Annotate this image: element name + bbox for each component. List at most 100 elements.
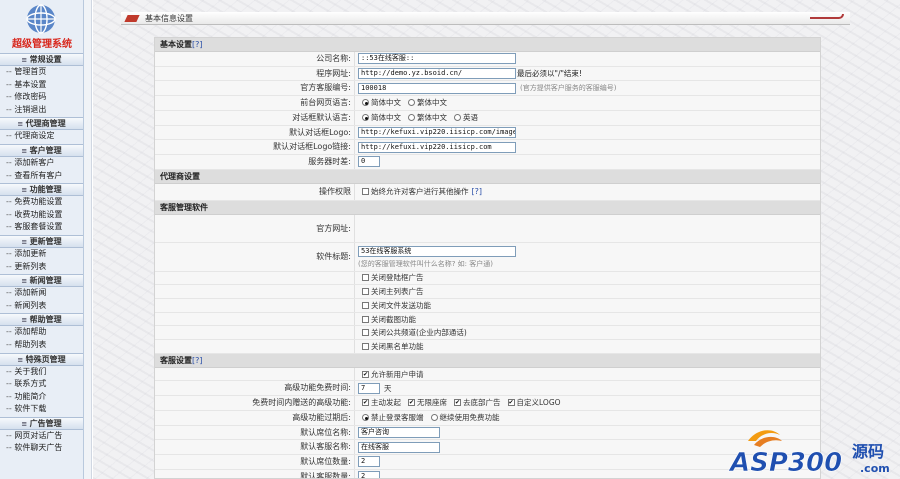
sidebar-item[interactable]: 关于我们 xyxy=(0,366,83,379)
program-url-input[interactable]: http://demo.yz.bsoid.cn/ xyxy=(358,68,516,80)
software-option-row: 关闭黑名单功能 xyxy=(155,340,820,354)
sidebar-section-header[interactable]: ≡ 客户管理 xyxy=(0,143,83,157)
sidebar-section-header[interactable]: ≡ 更新管理 xyxy=(0,234,83,248)
default-seat-name-input[interactable]: 客户咨询 xyxy=(358,426,440,438)
sidebar-section-header[interactable]: ≡ 广告管理 xyxy=(0,416,83,430)
row-default-seat-name: 默认席位名称: 客户咨询 xyxy=(155,425,820,441)
sidebar-item[interactable]: 免费功能设置 xyxy=(0,196,83,209)
sidebar-item[interactable]: 修改密码 xyxy=(0,91,83,104)
agent-help-link[interactable]: [?] xyxy=(472,187,483,196)
chat-lang-simplified-radio[interactable] xyxy=(362,114,369,122)
menu-icon: ≡ xyxy=(21,277,30,286)
sidebar-item[interactable]: 更新列表 xyxy=(0,261,83,274)
sidebar-item[interactable]: 管理首页 xyxy=(0,66,83,79)
agent-perm-checkbox[interactable] xyxy=(362,188,369,196)
sidebar-item[interactable]: 联系方式 xyxy=(0,378,83,391)
advanced-days-label: 高级功能免费时间: xyxy=(155,381,355,396)
row-free-features: 免费时间内赠送的高级功能: 主动发起 无限座席 去底部广告 自定义LOGO xyxy=(155,396,820,411)
advanced-days-input[interactable]: 7 xyxy=(358,382,380,394)
default-cs-name-input[interactable]: 在线客服 xyxy=(358,441,440,453)
default-seat-count-input[interactable]: 2 xyxy=(358,456,380,468)
sidebar-item[interactable]: 软件聊天广告 xyxy=(0,442,83,455)
timezone-input[interactable]: 0 xyxy=(358,156,380,168)
software-option-checkbox[interactable] xyxy=(362,342,369,350)
free-feature-checkbox[interactable] xyxy=(362,399,369,407)
row-cs-id: 官方客服编号: 100018 (官方提供客户服务的客服编号) xyxy=(155,81,820,97)
row-program-url: 程序网址: http://demo.yz.bsoid.cn/最后必须以"/"结束… xyxy=(155,66,820,82)
software-option-checkbox[interactable] xyxy=(362,274,369,282)
cs-id-hint: (官方提供客户服务的客服编号) xyxy=(520,84,617,93)
software-option-label: 关闭公共频道(企业内部通话) xyxy=(371,328,467,338)
sidebar-item[interactable]: 功能简介 xyxy=(0,391,83,404)
sidebar-item[interactable]: 代理商设定 xyxy=(0,130,83,143)
row-expire: 高级功能过期后: 禁止登录客服端 继续使用免费功能 xyxy=(155,410,820,426)
default-cs-count-input[interactable]: 2 xyxy=(358,471,380,478)
software-option-checkbox[interactable] xyxy=(362,301,369,309)
sidebar-section-header[interactable]: ≡ 帮助管理 xyxy=(0,313,83,327)
expire-continue-radio[interactable] xyxy=(430,414,438,422)
sidebar-item[interactable]: 添加帮助 xyxy=(0,326,83,339)
sidebar-item[interactable]: 帮助列表 xyxy=(0,339,83,352)
expire-disable-radio[interactable] xyxy=(362,414,369,422)
sidebar-item[interactable]: 收费功能设置 xyxy=(0,209,83,222)
help-link[interactable]: [?] xyxy=(192,40,203,49)
chat-logo-link-input[interactable]: http://kefuxi.vip220.iisicp.com xyxy=(358,141,516,153)
software-title-hint: (您的客服管理软件叫什么名称? 如: 客户通) xyxy=(358,259,493,268)
software-option-row: 关闭主列表广告 xyxy=(155,285,820,299)
sidebar-section-header[interactable]: ≡ 常规设置 xyxy=(0,53,83,66)
free-feature-checkbox[interactable] xyxy=(454,399,461,407)
front-lang-traditional-radio[interactable] xyxy=(408,99,415,107)
sidebar-section-header[interactable]: ≡ 新闻管理 xyxy=(0,274,83,288)
panel-title: 基本信息设置 xyxy=(145,14,193,23)
sidebar-section-header[interactable]: ≡ 代理商管理 xyxy=(0,117,83,131)
sidebar-item[interactable]: 注销退出 xyxy=(0,104,83,117)
advanced-days-unit: 天 xyxy=(384,383,392,393)
agent-perm-label: 操作权限 xyxy=(155,183,355,200)
software-options: 关闭登陆框广告 关闭主列表广告 关闭文件发送功能 关闭截图功能 关闭公共频道(企业内部通… xyxy=(155,271,820,354)
sidebar-item[interactable]: 添加新闻 xyxy=(0,287,83,300)
chat-lang-traditional-radio[interactable] xyxy=(408,114,415,122)
software-title-input[interactable]: 53在线客服系统 xyxy=(358,245,516,257)
free-features-group: 主动发起 无限座席 去底部广告 自定义LOGO xyxy=(355,396,820,410)
section-software: 客服管理软件 xyxy=(155,200,820,215)
program-url-hint: 最后必须以"/"结束! xyxy=(517,69,582,79)
free-feature-checkbox[interactable] xyxy=(408,399,415,407)
company-input[interactable]: ::53在线客服:: xyxy=(358,53,516,65)
software-option-row: 关闭文件发送功能 xyxy=(155,299,820,313)
section-software-title: 客服管理软件 xyxy=(160,202,208,212)
sidebar-item[interactable]: 查看所有客户 xyxy=(0,170,83,183)
sidebar-section-title: 更新管理 xyxy=(29,236,62,246)
header-corner-decoration xyxy=(810,14,844,19)
default-seat-name-label: 默认席位名称: xyxy=(155,425,355,440)
section-service-title: 客服设置 xyxy=(160,355,192,365)
sidebar-item[interactable]: 添加更新 xyxy=(0,248,83,261)
sidebar-item[interactable]: 网页对话广告 xyxy=(0,430,83,443)
row-default-cs-count: 默认客服数量: 2 xyxy=(155,469,820,478)
sidebar-item[interactable]: 新闻列表 xyxy=(0,300,83,313)
row-software-site: 官方网址: xyxy=(155,214,820,243)
sidebar-item[interactable]: 客服套餐设置 xyxy=(0,221,83,234)
free-features-label: 免费时间内赠送的高级功能: xyxy=(155,396,355,410)
software-option-label: 关闭截图功能 xyxy=(371,314,416,324)
software-option-checkbox[interactable] xyxy=(362,315,369,323)
cs-id-input[interactable]: 100018 xyxy=(358,82,516,94)
software-option-row: 关闭公共频道(企业内部通话) xyxy=(155,326,820,341)
chat-logo-label: 默认对话框Logo: xyxy=(155,125,355,140)
free-feature-checkbox[interactable] xyxy=(507,399,515,407)
allow-register-checkbox[interactable] xyxy=(362,370,369,378)
software-option-checkbox[interactable] xyxy=(362,288,369,296)
software-option-checkbox[interactable] xyxy=(362,329,369,337)
service-help-link[interactable]: [?] xyxy=(192,356,203,365)
front-lang-simplified-radio[interactable] xyxy=(362,99,369,107)
logo: 超级管理系统 xyxy=(0,0,83,52)
section-agent: 代理商设置 xyxy=(155,169,820,184)
chat-lang-english-radio[interactable] xyxy=(454,114,461,122)
chat-lang-traditional-label: 繁体中文 xyxy=(417,113,447,123)
sidebar-section-header[interactable]: ≡ 特殊页管理 xyxy=(0,352,83,366)
sidebar-item[interactable]: 软件下载 xyxy=(0,403,83,416)
software-option-row: 关闭截图功能 xyxy=(155,312,820,327)
chat-logo-input[interactable]: http://kefuxi.vip220.iisicp.com/images/l… xyxy=(358,126,516,138)
sidebar-item[interactable]: 添加新客户 xyxy=(0,157,83,170)
sidebar-section-header[interactable]: ≡ 功能管理 xyxy=(0,183,83,197)
sidebar-item[interactable]: 基本设置 xyxy=(0,79,83,92)
